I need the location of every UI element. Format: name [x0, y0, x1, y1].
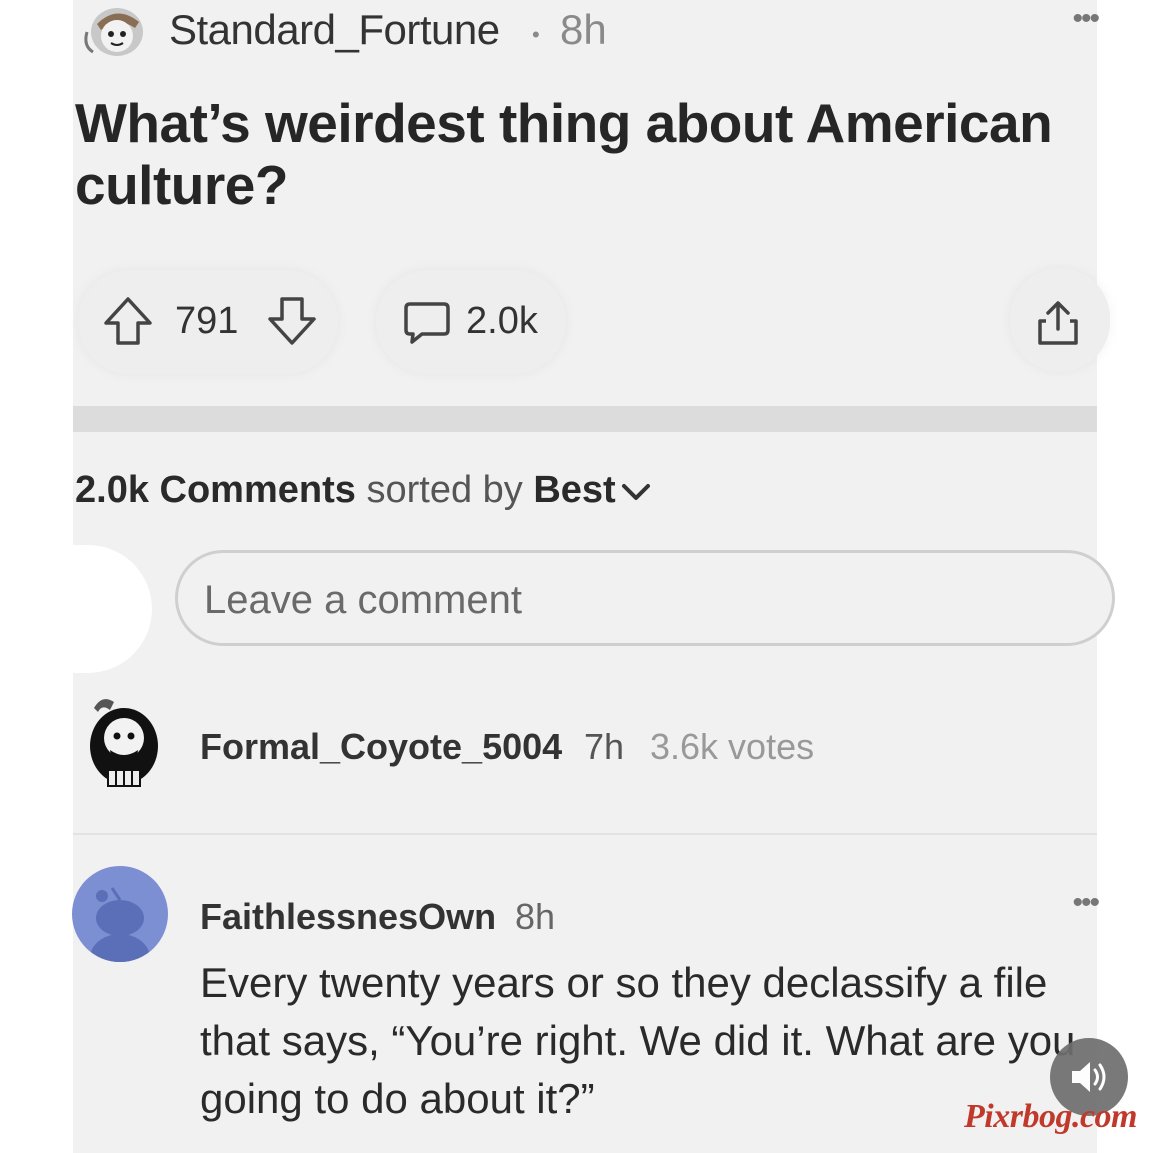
watermark-text: Pixrbog.com — [964, 1098, 1137, 1135]
commenter-avatar[interactable] — [72, 866, 168, 962]
comments-sort-bar[interactable]: 2.0k Comments sorted by Best — [75, 469, 616, 512]
post-title[interactable]: What’s weirdest thing about American cul… — [75, 92, 1075, 216]
image-crop-artifact — [0, 545, 152, 673]
comment-time: 8h — [515, 896, 556, 937]
section-divider — [73, 406, 1097, 432]
commenter-name[interactable]: Formal_Coyote_5004 — [200, 726, 562, 768]
post-author-name[interactable]: Standard_Fortune — [169, 6, 500, 54]
sorted-by-label: sorted by — [366, 469, 523, 511]
comment-more-button[interactable]: ••• — [1072, 886, 1099, 920]
comment-votes: 3.6k votes — [650, 726, 815, 767]
commenter-name[interactable]: FaithlessnesOwn — [200, 896, 496, 938]
user-avatar-icon[interactable] — [77, 2, 153, 62]
comments-count-label: 2.0k — [75, 469, 149, 511]
commenter-avatar-icon[interactable] — [80, 690, 166, 790]
reddit-snoo-icon — [90, 887, 150, 962]
comment-bubble-icon[interactable] — [400, 296, 454, 348]
share-icon[interactable] — [1030, 295, 1086, 351]
post-time: 8h — [560, 6, 607, 53]
upvote-icon[interactable] — [100, 293, 156, 349]
comment-count: 2.0k — [466, 300, 538, 342]
comment-separator — [73, 833, 1097, 835]
downvote-icon[interactable] — [264, 293, 320, 349]
comment-input-box[interactable] — [175, 550, 1115, 646]
sort-value[interactable]: Best — [533, 469, 615, 511]
meta-separator: • — [532, 22, 540, 47]
post-more-button[interactable]: ••• — [1072, 2, 1099, 36]
chevron-down-icon[interactable] — [618, 478, 654, 506]
vote-count: 791 — [175, 300, 239, 342]
speaker-icon — [1072, 1062, 1106, 1092]
comment-time: 7h — [584, 726, 625, 767]
comment-input[interactable] — [204, 575, 1084, 625]
comments-word: Comments — [159, 469, 356, 511]
